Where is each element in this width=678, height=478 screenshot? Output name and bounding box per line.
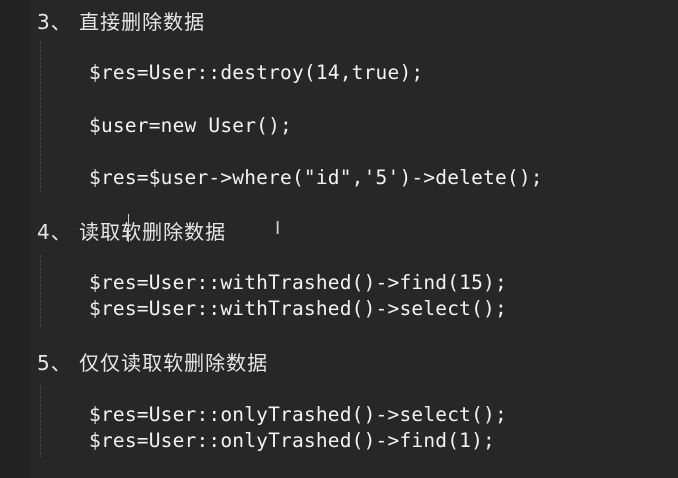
ibeam-cursor-icon: I: [275, 218, 281, 239]
code-line: $user=new User();: [89, 114, 292, 137]
code-line: $res=User::destroy(14,true);: [89, 61, 424, 84]
code-editor[interactable]: 3、 直接删除数据 $res=User::destroy(14,true); $…: [0, 0, 678, 478]
indent-guide: [40, 255, 41, 327]
code-line: $res=User::withTrashed()->find(15);: [89, 271, 507, 294]
code-line: $res=$user->where("id",'5')->delete();: [89, 166, 543, 189]
code-line: $res=User::withTrashed()->select();: [89, 297, 507, 320]
code-line: $res=User::onlyTrashed()->select();: [89, 403, 507, 426]
section-heading-5: 5、 仅仅读取软删除数据: [37, 351, 269, 375]
section-heading-4: 4、 读取软删除数据: [37, 220, 227, 244]
indent-guide: [40, 385, 41, 457]
code-line: $res=User::onlyTrashed()->find(1);: [89, 429, 495, 452]
editor-gutter: [0, 0, 30, 478]
indent-guide: [40, 42, 41, 192]
text-caret: [128, 214, 129, 242]
section-heading-3: 3、 直接删除数据: [37, 10, 206, 34]
